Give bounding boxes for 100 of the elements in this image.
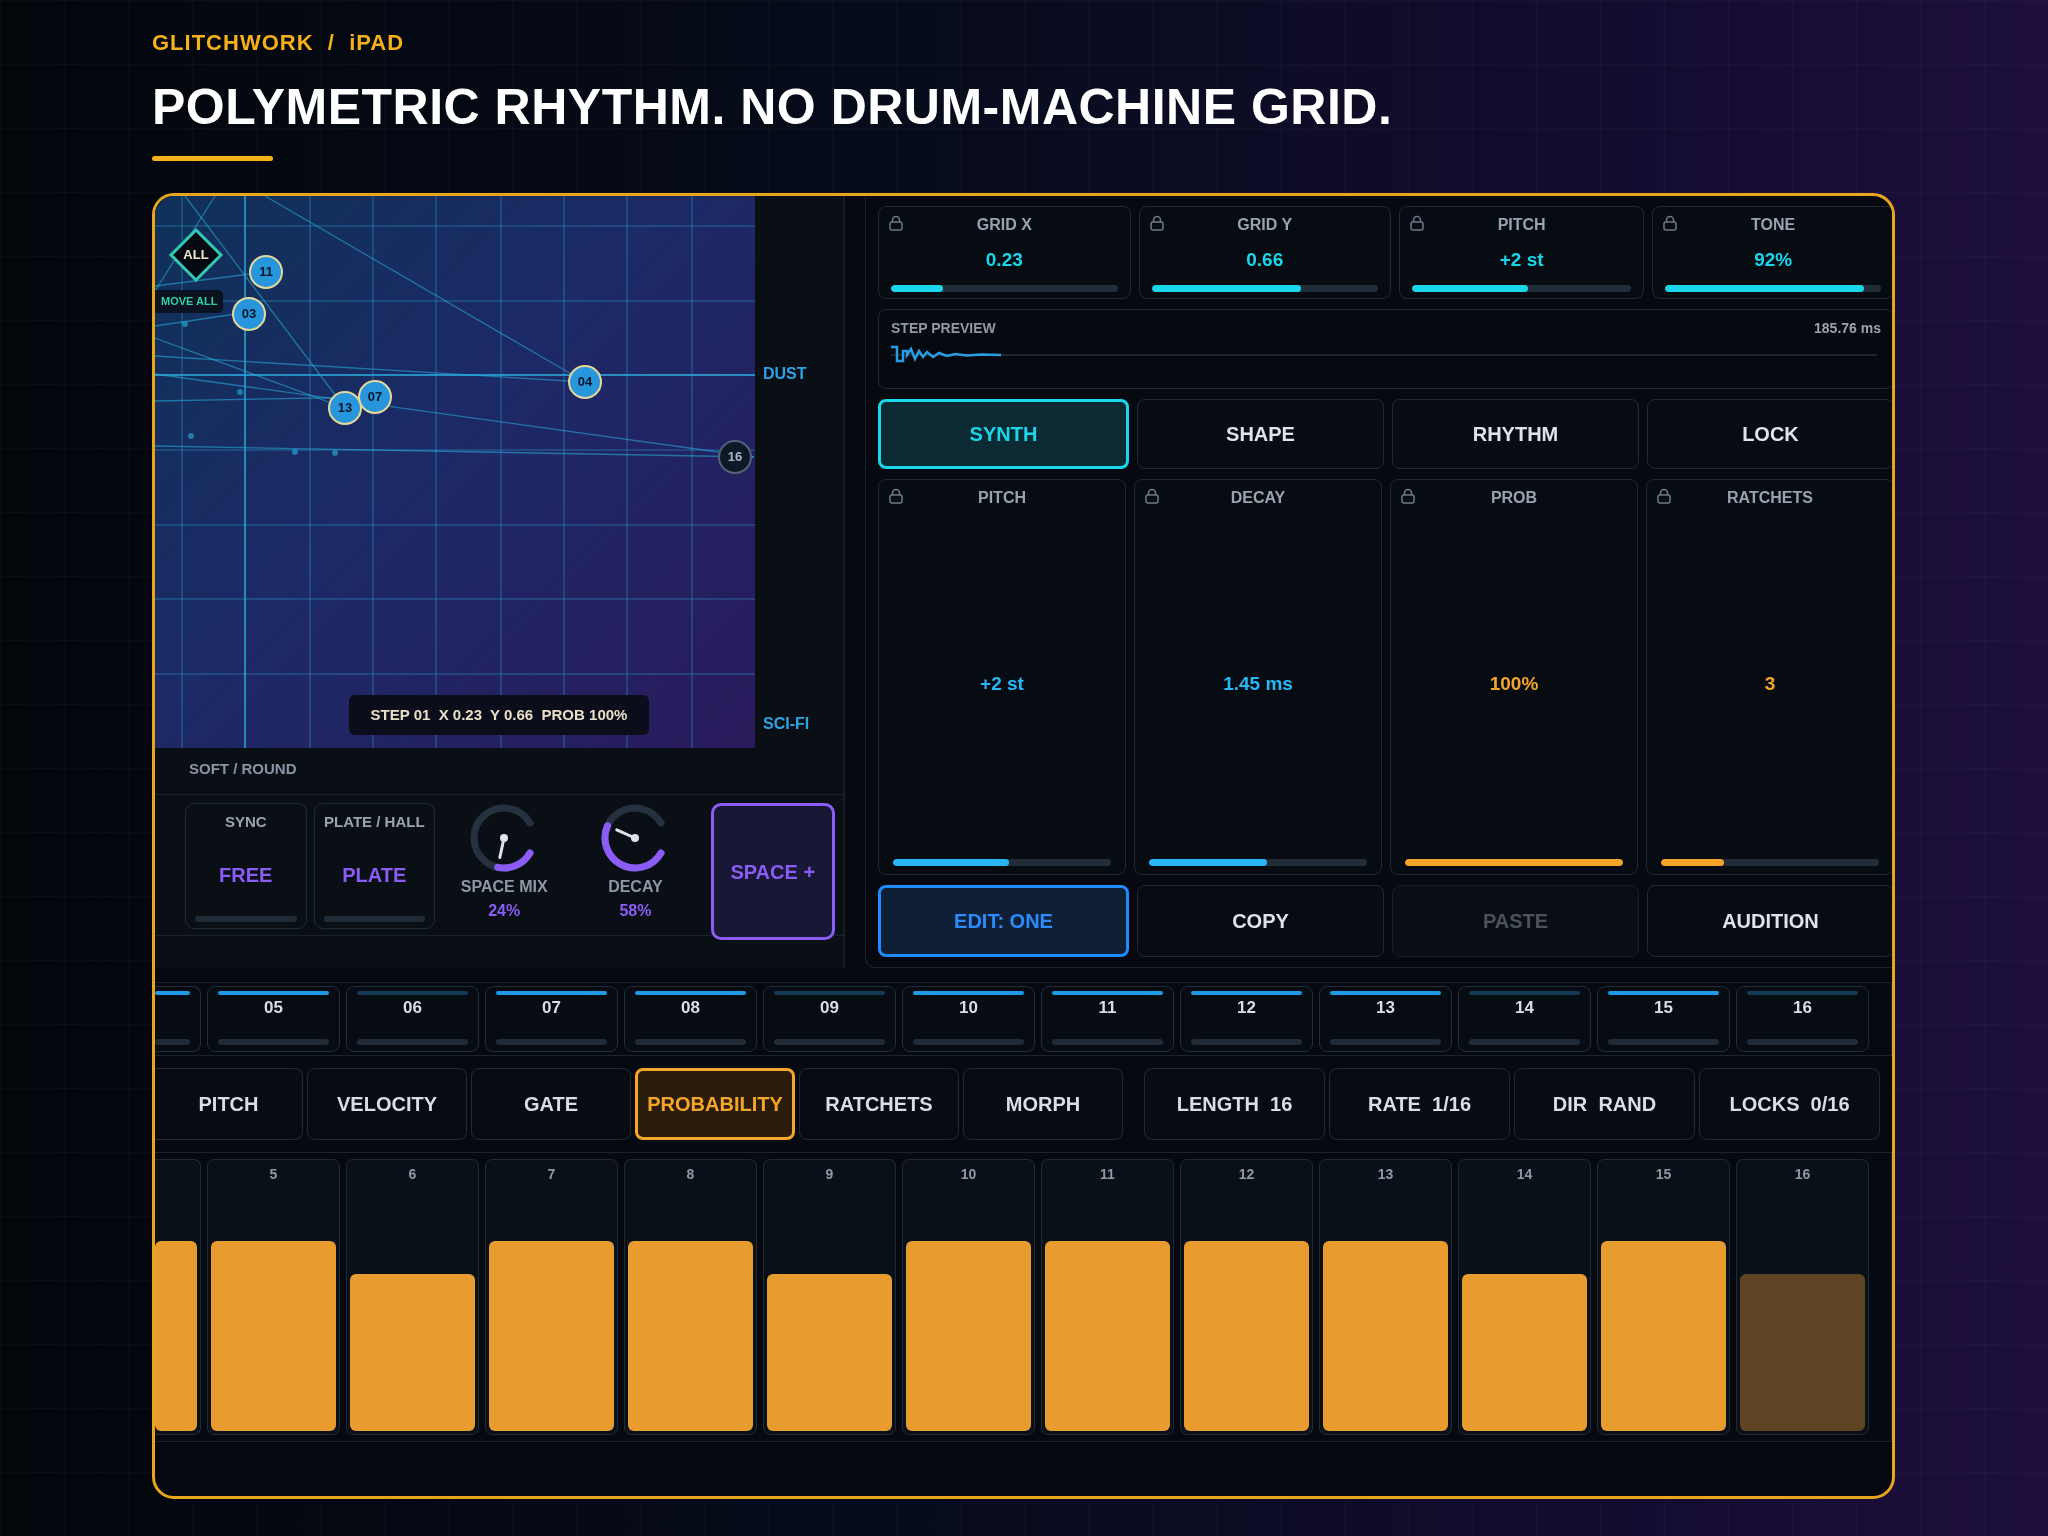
space-button[interactable]: SPACE + <box>710 803 835 940</box>
lane-tab[interactable]: PITCH <box>155 1068 303 1140</box>
selector-card[interactable]: PLATE / HALL PLATE <box>313 803 436 929</box>
lane-tab[interactable]: VELOCITY <box>307 1068 467 1140</box>
selector-value: PLATE <box>342 862 407 888</box>
step-button[interactable]: 08 <box>624 986 757 1052</box>
step-number: 12 <box>1238 1166 1255 1182</box>
step-number: 11 <box>1100 1166 1115 1182</box>
mode-tab[interactable]: SYNTH <box>878 398 1129 469</box>
step-node[interactable]: 07 <box>358 380 392 414</box>
selector-label: PLATE / HALL <box>323 812 426 832</box>
param-slider[interactable] <box>1661 859 1879 866</box>
param-value: 92% <box>1753 248 1794 272</box>
step-number: 5 <box>269 1166 278 1182</box>
slider-fill[interactable] <box>1405 859 1623 866</box>
lock-icon[interactable] <box>1409 215 1424 231</box>
knob-label: SPACE MIX <box>460 877 548 897</box>
param-value: 0.23 <box>984 248 1024 272</box>
knob-label: DECAY <box>608 877 663 897</box>
mode-tab[interactable]: SHAPE <box>1137 398 1384 469</box>
param-slider[interactable] <box>893 859 1111 866</box>
step-node[interactable]: 04 <box>568 365 602 399</box>
axis-label: DUST <box>763 364 808 384</box>
knob-value: 58% <box>619 901 652 921</box>
step-number: 14 <box>1516 1166 1533 1182</box>
step-button[interactable] <box>155 986 201 1052</box>
step-node[interactable]: 13 <box>328 391 362 425</box>
lock-icon[interactable] <box>889 487 903 504</box>
param-value: +2 st <box>1498 248 1545 272</box>
action-button[interactable]: AUDITION <box>1647 885 1892 957</box>
setting-button[interactable]: LOCKS 0/16 <box>1699 1068 1880 1140</box>
page-title: POLYMETRIC RHYTHM. NO DRUM-MACHINE GRID. <box>152 80 1394 134</box>
setting-button[interactable]: LENGTH 16 <box>1144 1068 1325 1140</box>
param-label: RATCHETS <box>1726 487 1814 508</box>
setting-button[interactable]: DIR RAND <box>1514 1068 1695 1140</box>
duration-label: 185.76 ms <box>1814 318 1881 338</box>
mode-tab[interactable]: LOCK <box>1647 398 1892 469</box>
param-value: 100% <box>1489 672 1539 696</box>
step-number: 8 <box>686 1166 695 1182</box>
setting-button[interactable]: RATE 1/16 <box>1329 1068 1510 1140</box>
step-number: 9 <box>825 1166 834 1182</box>
step-node[interactable]: 03 <box>232 297 266 331</box>
lock-icon[interactable] <box>889 215 903 231</box>
step-track <box>155 1039 190 1045</box>
lock-icon[interactable] <box>1657 487 1671 504</box>
param-label: PITCH <box>977 487 1027 508</box>
step-button[interactable]: 13 <box>1319 986 1452 1052</box>
lane-tab[interactable]: RATCHETS <box>799 1068 959 1140</box>
selector-label: SYNC <box>223 812 268 832</box>
step-number: 13 <box>1377 1166 1394 1182</box>
lane-tab[interactable]: GATE <box>471 1068 631 1140</box>
axis-label: SCI-FI <box>763 714 811 734</box>
step-button[interactable]: 14 <box>1458 986 1591 1052</box>
lock-icon[interactable] <box>1149 215 1164 231</box>
action-button[interactable]: EDIT: ONE <box>878 885 1129 957</box>
param-slider[interactable] <box>1411 284 1632 292</box>
step-button[interactable]: 16 <box>1736 986 1869 1052</box>
action-button[interactable]: COPY <box>1137 885 1384 957</box>
lane-tab[interactable]: PROBABILITY <box>635 1068 795 1140</box>
step-number: 7 <box>547 1166 556 1182</box>
step-node[interactable]: 16 <box>718 440 752 474</box>
param-slider[interactable] <box>891 284 1118 292</box>
selector-value: FREE <box>219 862 273 888</box>
move-all-label: MOVE ALL <box>155 290 224 313</box>
param-label: TONE <box>1750 215 1797 235</box>
xy-pad[interactable]: ALL MOVE ALL 11 03 07 13 04 16 STEP 01 X 0.23 Y 0.66 PROB 100% <box>155 196 755 748</box>
axis-label: SOFT / ROUND <box>189 760 297 777</box>
lock-icon[interactable] <box>1401 487 1415 504</box>
preview-label: STEP PREVIEW <box>891 318 996 338</box>
readout-label: STEP 01 X 0.23 Y 0.66 PROB 100% <box>349 695 649 735</box>
param-value: 1.45 ms <box>1223 672 1293 696</box>
param-label: PITCH <box>1496 215 1547 235</box>
selector-card[interactable]: SYNC FREE <box>185 803 307 929</box>
param-slider[interactable] <box>1151 284 1378 292</box>
all-button[interactable]: ALL <box>168 227 224 283</box>
step-button[interactable]: 07 <box>485 986 618 1052</box>
param-label: DECAY <box>1229 487 1287 508</box>
step-button[interactable]: 06 <box>346 986 479 1052</box>
step-button[interactable]: 10 <box>902 986 1035 1052</box>
param-label: PROB <box>1489 487 1539 508</box>
param-label: GRID Y <box>1236 215 1294 235</box>
step-button[interactable]: 15 <box>1597 986 1730 1052</box>
brand-line: GLITCHWORK / iPAD <box>152 30 406 56</box>
param-value: 3 <box>1764 672 1776 696</box>
step-number: 6 <box>408 1166 417 1182</box>
lock-icon[interactable] <box>1663 215 1678 231</box>
param-value: 0.66 <box>1245 248 1285 272</box>
step-node[interactable]: 11 <box>249 255 283 289</box>
step-button[interactable]: 09 <box>763 986 896 1052</box>
param-value: +2 st <box>980 672 1024 696</box>
param-label: GRID X <box>975 215 1033 235</box>
lock-icon[interactable] <box>1145 487 1159 504</box>
mode-tab[interactable]: RHYTHM <box>1392 398 1639 469</box>
step-button[interactable]: 12 <box>1180 986 1313 1052</box>
step-number: 16 <box>1794 1166 1811 1182</box>
step-button[interactable]: 05 <box>207 986 340 1052</box>
step-number: 10 <box>960 1166 977 1182</box>
param-slider[interactable] <box>1149 859 1367 866</box>
step-button[interactable]: 11 <box>1041 986 1174 1052</box>
lane-tab[interactable]: MORPH <box>963 1068 1123 1140</box>
